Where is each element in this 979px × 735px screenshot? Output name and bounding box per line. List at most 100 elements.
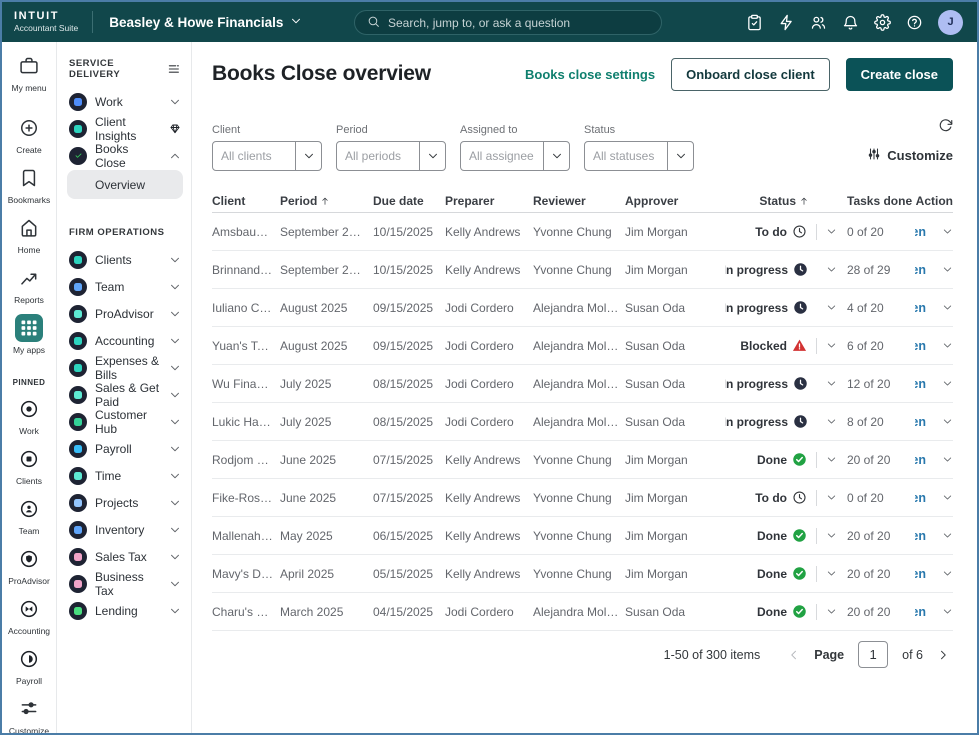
action-dropdown-chevron-icon[interactable]: [942, 492, 953, 503]
next-page-button[interactable]: [937, 649, 949, 661]
action-dropdown-chevron-icon[interactable]: [942, 264, 953, 275]
open-link[interactable]: Open: [915, 491, 926, 505]
sidebar-item-expenses-bills[interactable]: Expenses & Bills: [67, 354, 183, 382]
sidebar-subitem-overview[interactable]: Overview: [67, 170, 183, 199]
action-dropdown-chevron-icon[interactable]: [942, 340, 953, 351]
chevron-down-icon[interactable]: [169, 497, 181, 509]
column-header-status[interactable]: Status: [725, 194, 837, 208]
rail-pinned-proadvisor[interactable]: ProAdvisor: [2, 545, 56, 586]
rail-customize-button[interactable]: Customize: [2, 695, 56, 733]
open-link[interactable]: Open: [915, 225, 926, 239]
clipboard-icon[interactable]: [746, 14, 763, 31]
chevron-down-icon[interactable]: [169, 605, 181, 617]
sidebar-item-sales-get-paid[interactable]: Sales & Get Paid: [67, 381, 183, 409]
rail-item-home[interactable]: Home: [2, 214, 56, 255]
action-dropdown-chevron-icon[interactable]: [942, 606, 953, 617]
sidebar-item-inventory[interactable]: Inventory: [67, 516, 183, 543]
sidebar-item-work[interactable]: Work: [67, 88, 183, 115]
refresh-icon[interactable]: [938, 118, 953, 138]
sidebar-item-client-insights[interactable]: Client Insights: [67, 115, 183, 143]
open-link[interactable]: Open: [915, 605, 926, 619]
action-dropdown-chevron-icon[interactable]: [942, 568, 953, 579]
collapse-panel-icon[interactable]: [167, 62, 181, 76]
status-dropdown-chevron-icon[interactable]: [826, 454, 837, 465]
chevron-down-icon[interactable]: [169, 308, 181, 320]
sidebar-item-clients[interactable]: Clients: [67, 246, 183, 273]
sidebar-item-lending[interactable]: Lending: [67, 597, 183, 624]
sidebar-item-proadvisor[interactable]: ProAdvisor: [67, 300, 183, 327]
chevron-down-icon[interactable]: [169, 443, 181, 455]
help-icon[interactable]: [906, 14, 923, 31]
rail-pinned-clients[interactable]: Clients: [2, 445, 56, 486]
avatar[interactable]: J: [938, 9, 963, 35]
action-dropdown-chevron-icon[interactable]: [942, 454, 953, 465]
chevron-down-icon[interactable]: [169, 281, 181, 293]
sidebar-item-sales-tax[interactable]: Sales Tax: [67, 543, 183, 570]
rail-pinned-payroll[interactable]: Payroll: [2, 645, 56, 686]
action-dropdown-chevron-icon[interactable]: [942, 226, 953, 237]
status-dropdown-chevron-icon[interactable]: [826, 606, 837, 617]
rail-item-bookmarks[interactable]: Bookmarks: [2, 164, 56, 205]
chevron-down-icon[interactable]: [169, 551, 181, 563]
chevron-down-icon[interactable]: [169, 362, 181, 374]
chevron-down-icon[interactable]: [169, 96, 181, 108]
rail-pinned-accounting[interactable]: Accounting: [2, 595, 56, 636]
open-link[interactable]: Open: [915, 529, 926, 543]
assigned-to-filter-select[interactable]: All assignee: [460, 141, 570, 171]
sidebar-item-customer-hub[interactable]: Customer Hub: [67, 408, 183, 436]
action-dropdown-chevron-icon[interactable]: [942, 378, 953, 389]
create-close-button[interactable]: Create close: [845, 57, 953, 91]
firm-switcher[interactable]: Beasley & Howe Financials: [109, 15, 302, 30]
open-link[interactable]: Open: [915, 263, 926, 277]
sidebar-item-books-close[interactable]: Books Close: [67, 142, 183, 170]
page-number-input[interactable]: [858, 641, 889, 668]
gear-icon[interactable]: [874, 13, 891, 31]
books-close-settings-link[interactable]: Books close settings: [525, 67, 655, 82]
zap-icon[interactable]: [778, 14, 795, 31]
rail-item-my-apps[interactable]: My apps: [2, 314, 56, 355]
chevron-down-icon[interactable]: [169, 416, 181, 428]
open-link[interactable]: Open: [915, 301, 926, 315]
open-link[interactable]: Open: [915, 453, 926, 467]
chevron-down-icon[interactable]: [169, 578, 181, 590]
action-dropdown-chevron-icon[interactable]: [942, 416, 953, 427]
chevron-down-icon[interactable]: [667, 142, 693, 170]
community-icon[interactable]: [810, 14, 827, 31]
chevron-down-icon[interactable]: [295, 142, 321, 170]
chevron-down-icon[interactable]: [169, 524, 181, 536]
open-link[interactable]: Open: [915, 339, 926, 353]
open-link[interactable]: Open: [915, 377, 926, 391]
status-dropdown-chevron-icon[interactable]: [826, 302, 837, 313]
chevron-down-icon[interactable]: [169, 335, 181, 347]
status-dropdown-chevron-icon[interactable]: [826, 226, 837, 237]
sidebar-item-payroll[interactable]: Payroll: [67, 435, 183, 462]
status-filter-select[interactable]: All statuses: [584, 141, 694, 171]
chevron-down-icon[interactable]: [169, 254, 181, 266]
action-dropdown-chevron-icon[interactable]: [942, 302, 953, 313]
sidebar-item-team[interactable]: Team: [67, 273, 183, 300]
sidebar-item-accounting[interactable]: Accounting: [67, 327, 183, 354]
sidebar-item-business-tax[interactable]: Business Tax: [67, 570, 183, 598]
onboard-close-client-button[interactable]: Onboard close client: [671, 57, 830, 91]
status-dropdown-chevron-icon[interactable]: [826, 492, 837, 503]
column-header-period[interactable]: Period: [280, 194, 373, 208]
open-link[interactable]: Open: [915, 567, 926, 581]
customize-columns-button[interactable]: Customize: [867, 147, 953, 164]
client-filter-select[interactable]: All clients: [212, 141, 322, 171]
rail-item-my-menu[interactable]: My menu: [2, 52, 56, 93]
status-dropdown-chevron-icon[interactable]: [826, 530, 837, 541]
rail-pinned-team[interactable]: Team: [2, 495, 56, 536]
action-dropdown-chevron-icon[interactable]: [942, 530, 953, 541]
bell-icon[interactable]: [842, 14, 859, 31]
previous-page-button[interactable]: [788, 649, 800, 661]
status-dropdown-chevron-icon[interactable]: [826, 340, 837, 351]
sidebar-item-time[interactable]: Time: [67, 462, 183, 489]
chevron-down-icon[interactable]: [169, 389, 181, 401]
sidebar-item-projects[interactable]: Projects: [67, 489, 183, 516]
chevron-up-icon[interactable]: [169, 150, 181, 162]
search-input[interactable]: Search, jump to, or ask a question: [354, 10, 662, 35]
status-dropdown-chevron-icon[interactable]: [826, 378, 837, 389]
rail-item-reports[interactable]: Reports: [2, 264, 56, 305]
status-dropdown-chevron-icon[interactable]: [826, 568, 837, 579]
chevron-down-icon[interactable]: [543, 142, 569, 170]
